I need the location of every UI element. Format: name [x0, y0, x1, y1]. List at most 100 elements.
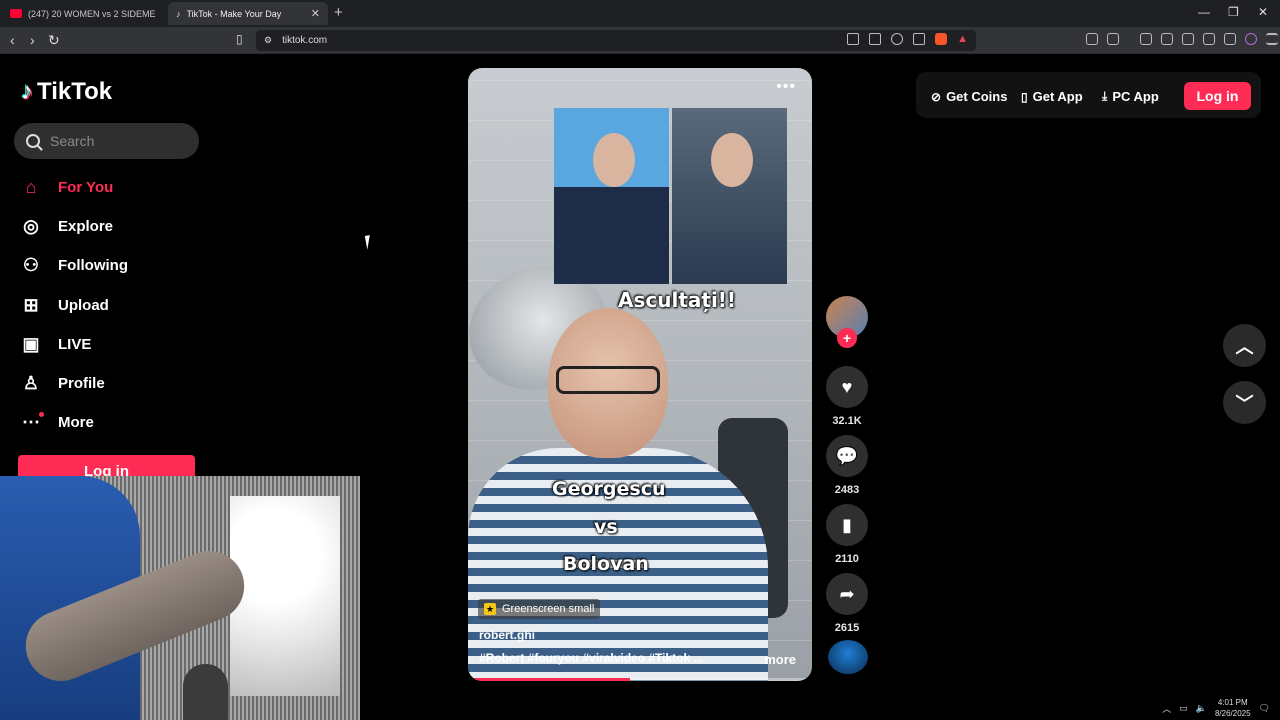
- comment-action[interactable]: 💬 2483: [826, 435, 868, 496]
- clock[interactable]: 4:01 PM 8/26/2025: [1215, 697, 1251, 719]
- notification-icon[interactable]: 🗨: [1259, 703, 1270, 714]
- network-icon[interactable]: ▭: [1179, 703, 1188, 714]
- url-field[interactable]: ⚙ tiktok.com ▲: [256, 30, 976, 51]
- sidebar-item-explore[interactable]: ◎ Explore: [20, 207, 220, 246]
- phone-icon: ▯: [1021, 89, 1028, 104]
- profile-icon[interactable]: [1245, 33, 1257, 45]
- url-text: tiktok.com: [282, 35, 328, 46]
- get-app-button[interactable]: ▯ Get App: [1021, 89, 1083, 104]
- tiktok-note-icon: ♪: [21, 78, 33, 105]
- share-icon[interactable]: [913, 33, 926, 45]
- home-icon: ⌂: [25, 177, 37, 198]
- volume-icon[interactable]: 🔈: [1196, 703, 1207, 714]
- share-action[interactable]: ➦ 2615: [826, 573, 868, 634]
- heart-icon[interactable]: ♥: [826, 366, 868, 408]
- extensions-icon[interactable]: [1086, 33, 1098, 45]
- share-count: 2615: [834, 622, 860, 634]
- person-icon: ♙: [22, 373, 40, 394]
- video-progress-bar[interactable]: [468, 678, 812, 681]
- restore-icon[interactable]: ❐: [1228, 5, 1239, 19]
- notification-dot: [39, 411, 44, 417]
- header-login-button[interactable]: Log in: [1184, 82, 1251, 110]
- close-tab-icon[interactable]: ✕: [311, 7, 320, 20]
- tab-youtube[interactable]: (247) 20 WOMEN vs 2 SIDEMEN: MA: [2, 2, 164, 25]
- music-disc-icon[interactable]: [828, 640, 868, 674]
- previous-video-button[interactable]: ︿: [1223, 324, 1266, 367]
- tab-tiktok[interactable]: ♪ TikTok - Make Your Day ✕: [168, 2, 328, 25]
- next-video-button[interactable]: ﹀: [1223, 381, 1266, 424]
- webcam-window-light: [230, 496, 340, 696]
- sidebar-icon[interactable]: [1161, 33, 1173, 45]
- sidebar-item-for-you[interactable]: ⌂ For You: [20, 168, 220, 207]
- search-icon: [26, 134, 40, 148]
- effect-badge[interactable]: ★ Greenscreen small: [478, 599, 601, 619]
- browser-tab-bar: (247) 20 WOMEN vs 2 SIDEMEN: MA ♪ TikTok…: [0, 0, 1280, 27]
- sidebar-item-label: Profile: [58, 375, 105, 393]
- browser-address-bar: ‹ › ↻ ▯ ⚙ tiktok.com ▲: [0, 27, 1280, 54]
- video-greenscreen-photos: [554, 108, 787, 284]
- brave-shield-icon[interactable]: [935, 33, 948, 45]
- like-action[interactable]: ♥ 32.1K: [826, 366, 868, 427]
- video-player[interactable]: ••• Ascultați!! Georgescu vs Bolovan ★ G…: [468, 68, 812, 681]
- logo-text: TikTok: [37, 78, 113, 105]
- like-count: 32.1K: [832, 415, 862, 427]
- leo-ai-icon[interactable]: [1203, 33, 1215, 45]
- vpn-icon[interactable]: [1224, 33, 1236, 45]
- comment-count: 2483: [834, 484, 860, 496]
- sidebar-item-live[interactable]: ▣ LIVE: [20, 325, 220, 364]
- tray-chevron-icon[interactable]: ︿: [1162, 702, 1171, 715]
- pc-app-button[interactable]: ⤓ PC App: [1102, 89, 1159, 104]
- site-info-icon[interactable]: ⚙: [264, 35, 272, 46]
- wallet-icon[interactable]: [1182, 33, 1194, 45]
- close-window-icon[interactable]: ✕: [1258, 5, 1268, 19]
- video-hashtags[interactable]: #Robert #fouryou #viralvideo #Tiktok ...: [479, 651, 704, 665]
- chevron-up-icon: ︿: [1235, 336, 1254, 357]
- comment-icon[interactable]: 💬: [826, 435, 868, 477]
- new-tab-button[interactable]: +: [334, 4, 343, 21]
- action-rail: + ♥ 32.1K 💬 2483 ▮ 2110 ➦ 2615: [826, 296, 868, 674]
- cast-icon[interactable]: [869, 33, 882, 45]
- screenshot-icon[interactable]: [1107, 33, 1119, 45]
- menu-icon[interactable]: [1266, 33, 1278, 45]
- youtube-favicon-icon: [10, 9, 22, 18]
- get-coins-button[interactable]: ⊘ Get Coins: [931, 89, 1007, 104]
- sidebar-item-label: More: [58, 414, 94, 432]
- effect-label: Greenscreen small: [502, 603, 595, 615]
- more-description-link[interactable]: more: [764, 652, 796, 667]
- tiktok-logo[interactable]: ♪ TikTok: [21, 78, 112, 106]
- clock-date: 8/26/2025: [1214, 709, 1251, 718]
- photo-face: [593, 132, 636, 187]
- video-author[interactable]: robert.ghi: [479, 628, 535, 642]
- bookmark-icon[interactable]: ▮: [826, 504, 868, 546]
- webcam-overlay: [0, 476, 360, 720]
- search-input[interactable]: Search: [14, 123, 199, 159]
- follow-plus-icon[interactable]: +: [837, 328, 857, 348]
- chevron-down-icon: ﹀: [1235, 393, 1254, 414]
- translate-icon[interactable]: [847, 33, 860, 45]
- sidebar-item-more[interactable]: ⋯ More: [20, 403, 220, 442]
- video-caption-line2: vs: [594, 516, 618, 538]
- brave-rewards-icon[interactable]: ▲: [957, 33, 968, 45]
- reload-icon[interactable]: ↻: [48, 32, 60, 49]
- sidebar-item-profile[interactable]: ♙ Profile: [20, 364, 220, 403]
- video-options-icon[interactable]: •••: [776, 78, 796, 96]
- tab-label: (247) 20 WOMEN vs 2 SIDEMEN: MA: [28, 8, 156, 19]
- share-arrow-icon[interactable]: ➦: [826, 573, 868, 615]
- save-count: 2110: [835, 553, 859, 565]
- sidebar-item-following[interactable]: ⚇ Following: [20, 246, 220, 285]
- coin-icon: ⊘: [931, 89, 942, 104]
- sidebar-item-upload[interactable]: ⊞ Upload: [20, 286, 220, 325]
- minimize-icon[interactable]: —: [1198, 5, 1210, 19]
- back-icon[interactable]: ‹: [10, 32, 15, 48]
- forward-icon[interactable]: ›: [30, 32, 35, 48]
- pc-app-label: PC App: [1112, 89, 1159, 104]
- creator-avatar[interactable]: +: [826, 296, 868, 348]
- photo-face: [711, 132, 754, 187]
- mouse-cursor-icon: [364, 234, 378, 250]
- bookmark-icon[interactable]: ▯: [236, 32, 243, 46]
- zoom-icon[interactable]: [891, 33, 904, 45]
- media-icon[interactable]: [1140, 33, 1152, 45]
- sidebar-item-label: LIVE: [58, 335, 92, 353]
- save-action[interactable]: ▮ 2110: [826, 504, 868, 565]
- screen: (247) 20 WOMEN vs 2 SIDEMEN: MA ♪ TikTok…: [0, 0, 1280, 720]
